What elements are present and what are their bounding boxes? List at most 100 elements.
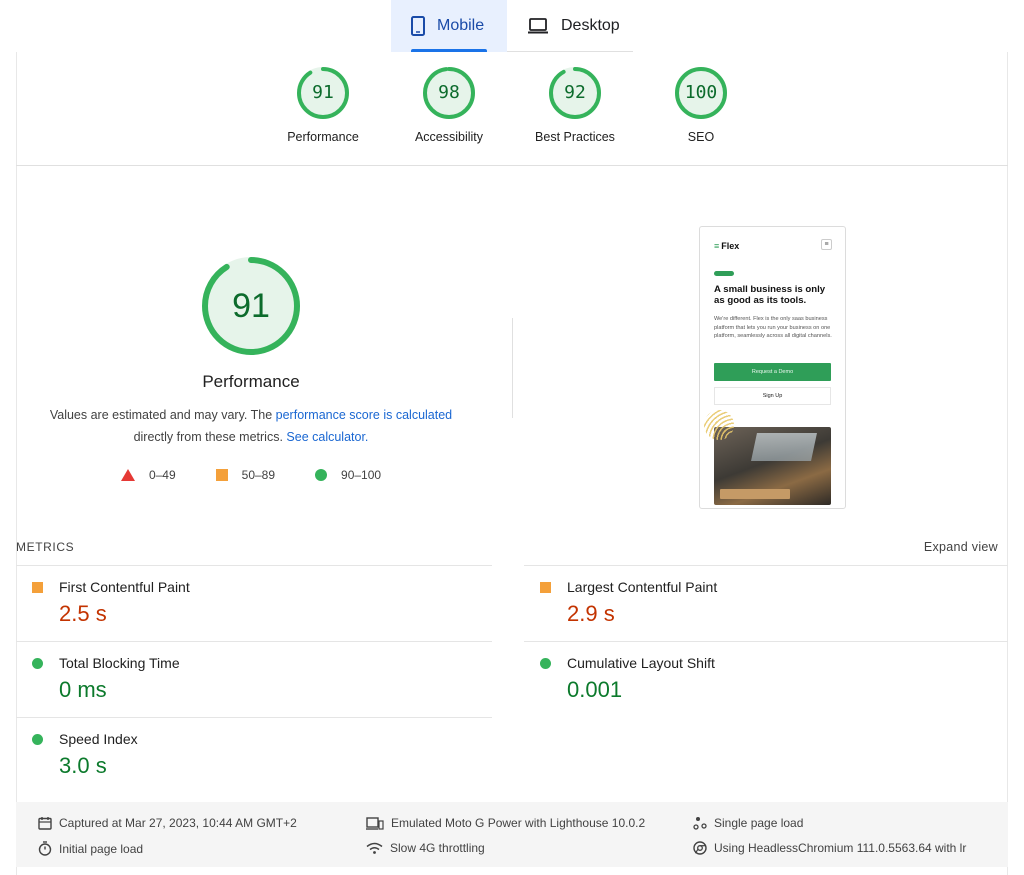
score-calculated-link[interactable]: performance score is calculated <box>276 408 452 422</box>
tab-desktop[interactable]: Desktop <box>507 0 633 52</box>
pass-circle-icon <box>32 734 43 745</box>
score-legend: 0–49 50–89 90–100 <box>0 468 502 482</box>
performance-description: Values are estimated and may vary. The p… <box>40 404 462 448</box>
final-screenshot[interactable]: ≡ Flex ≡ A small business is only as good… <box>699 226 846 509</box>
square-icon <box>215 469 228 481</box>
metric-name: Speed Index <box>59 731 138 747</box>
runtime-settings: Captured at Mar 27, 2023, 10:44 AM GMT+2… <box>16 802 1008 867</box>
vertical-separator <box>512 318 513 418</box>
gauge-score: 91 <box>312 82 334 103</box>
expand-view-toggle[interactable]: Expand view <box>924 540 998 554</box>
performance-gauge: 91 <box>200 255 302 357</box>
tab-mobile-label: Mobile <box>437 17 485 34</box>
metric-name: Largest Contentful Paint <box>567 579 718 595</box>
gauge-ring: 98 <box>422 66 476 120</box>
photo-table <box>720 489 790 499</box>
metric-value: 3.0 s <box>59 753 107 778</box>
see-calculator-link[interactable]: See calculator. <box>286 430 368 444</box>
laptop-icon <box>527 18 549 34</box>
metric-first-contentful-paint[interactable]: First Contentful Paint 2.5 s <box>16 565 492 642</box>
metric-speed-index[interactable]: Speed Index 3.0 s <box>16 717 492 794</box>
photo-window <box>751 433 817 461</box>
devices-icon <box>366 816 384 830</box>
tab-mobile[interactable]: Mobile <box>391 0 507 52</box>
emulated-text: Emulated Moto G Power with Lighthouse 10… <box>391 816 646 830</box>
gauge-score: 98 <box>438 82 460 103</box>
gauge-label: SEO <box>687 130 715 144</box>
legend-pass-label: 90–100 <box>341 468 382 482</box>
thumb-brand: ≡ Flex <box>714 241 739 251</box>
gauge-performance[interactable]: 91 Performance <box>263 66 383 144</box>
captured-text: Captured at Mar 27, 2023, 10:44 AM GMT+2 <box>59 816 297 830</box>
thumb-copy: We're different. Flex is the only saas b… <box>714 316 832 339</box>
legend-pass: 90–100 <box>315 468 381 482</box>
gauge-label: Best Practices <box>535 130 615 144</box>
pass-circle-icon <box>32 658 43 669</box>
section-divider <box>16 165 1008 166</box>
throttling: Slow 4G throttling <box>366 841 485 855</box>
average-square-icon <box>540 582 551 593</box>
calendar-icon <box>38 817 52 830</box>
thumb-badge <box>714 271 734 276</box>
device-tabs: Mobile Desktop <box>391 0 633 52</box>
gauge-seo[interactable]: 100 SEO <box>641 66 761 144</box>
thumb-brand-name: Flex <box>721 241 740 251</box>
hamburger-menu-icon: ≡ <box>821 239 832 250</box>
thumb-request-demo-button: Request a Demo <box>714 363 831 381</box>
desc-text: Values are estimated and may vary. The <box>49 408 276 422</box>
legend-average-label: 50–89 <box>241 468 276 482</box>
frame-border-right <box>1007 52 1008 875</box>
legend-average: 50–89 <box>215 468 276 482</box>
gauge-label: Performance <box>287 130 359 144</box>
gauge-label: Accessibility <box>414 130 484 144</box>
gauge-accessibility[interactable]: 98 Accessibility <box>389 66 509 144</box>
flex-logo-icon: ≡ <box>714 241 719 251</box>
performance-score: 91 <box>232 287 270 325</box>
pass-circle-icon <box>540 658 551 669</box>
browser-info: Using HeadlessChromium 111.0.5563.64 wit… <box>693 841 966 855</box>
legend-fail-label: 0–49 <box>148 468 176 482</box>
emulated-device: Emulated Moto G Power with Lighthouse 10… <box>366 816 645 830</box>
triangle-icon <box>120 469 135 481</box>
performance-title: Performance <box>202 372 300 391</box>
wifi-icon <box>366 842 383 854</box>
gauge-score: 100 <box>684 82 718 103</box>
metric-value: 0.001 <box>567 677 623 702</box>
metric-cumulative-layout-shift[interactable]: Cumulative Layout Shift 0.001 <box>524 641 1008 718</box>
initial-load-text: Initial page load <box>59 841 144 856</box>
thumb-office-photo <box>714 427 831 505</box>
metric-name: Total Blocking Time <box>59 655 180 671</box>
metric-value: 0 ms <box>59 677 107 702</box>
metric-value: 2.5 s <box>59 601 107 626</box>
throttling-text: Slow 4G throttling <box>390 841 485 855</box>
chrome-icon <box>693 841 707 855</box>
thumb-headline: A small business is only as good as its … <box>714 284 826 306</box>
gauge-ring: 91 <box>296 66 350 120</box>
browser-text: Using HeadlessChromium 111.0.5563.64 wit… <box>714 841 967 855</box>
nodes-icon <box>693 817 707 830</box>
desc-text: directly from these metrics. <box>133 430 287 444</box>
stopwatch-icon <box>38 841 52 856</box>
smartphone-icon <box>411 16 425 36</box>
captured-at: Captured at Mar 27, 2023, 10:44 AM GMT+2 <box>38 816 297 830</box>
metric-total-blocking-time[interactable]: Total Blocking Time 0 ms <box>16 641 492 718</box>
gauge-best-practices[interactable]: 92 Best Practices <box>515 66 635 144</box>
circle-icon <box>315 469 328 481</box>
legend-fail: 0–49 <box>120 468 176 482</box>
single-load: Single page load <box>693 816 803 830</box>
gauge-score: 92 <box>564 82 586 103</box>
metrics-heading: METRICS <box>16 540 75 554</box>
thumb-sign-up-button: Sign Up <box>714 387 831 405</box>
gauge-ring: 100 <box>674 66 728 120</box>
thumb-decoration <box>704 410 734 440</box>
category-gauges: 91 Performance 98 Accessibility 92 Best … <box>0 66 1024 156</box>
metric-largest-contentful-paint[interactable]: Largest Contentful Paint 2.9 s <box>524 565 1008 642</box>
single-load-text: Single page load <box>714 816 804 830</box>
metric-name: Cumulative Layout Shift <box>567 655 715 671</box>
average-square-icon <box>32 582 43 593</box>
tab-desktop-label: Desktop <box>561 17 620 34</box>
metric-name: First Contentful Paint <box>59 579 190 595</box>
metric-value: 2.9 s <box>567 601 615 626</box>
initial-load: Initial page load <box>38 841 143 856</box>
gauge-ring: 92 <box>548 66 602 120</box>
